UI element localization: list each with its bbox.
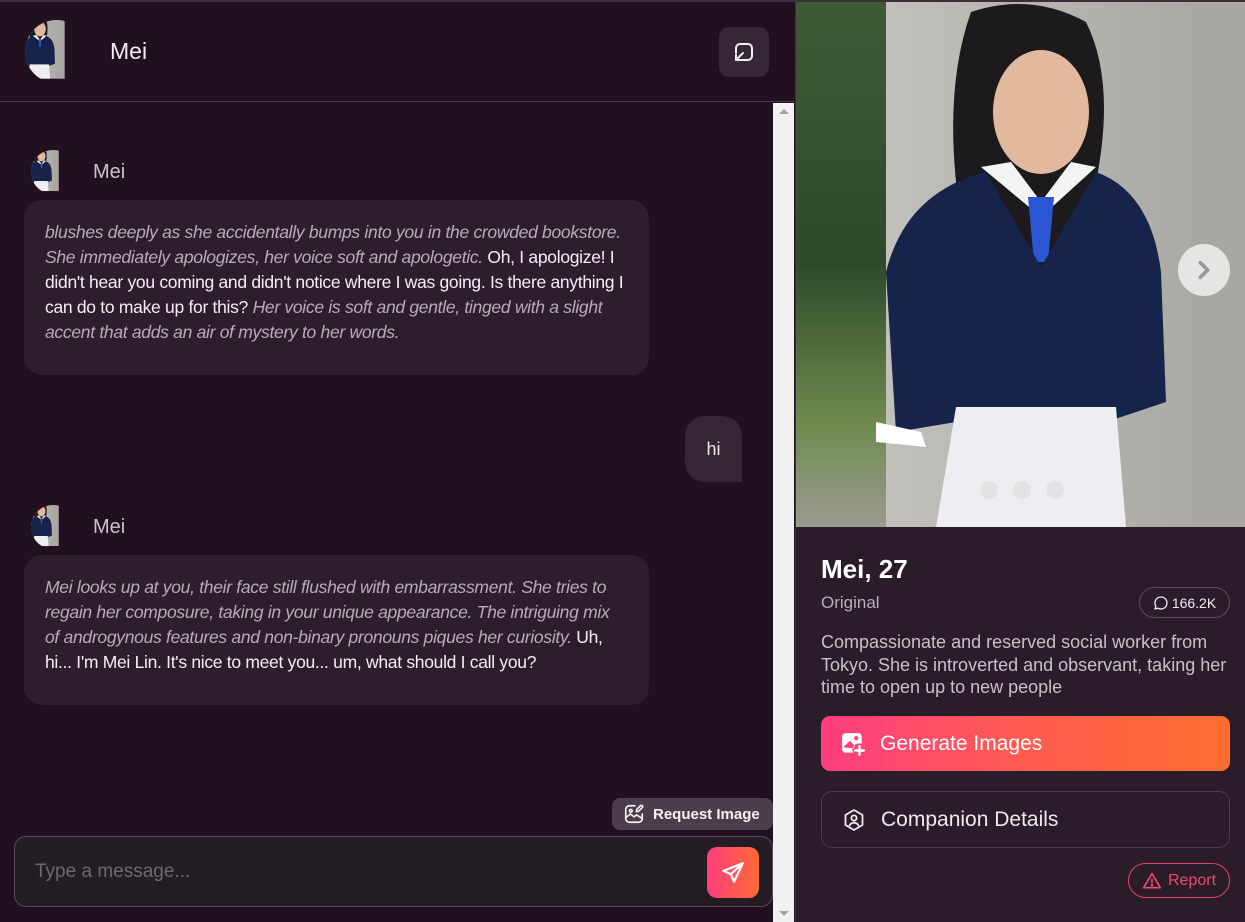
carousel-dot[interactable] xyxy=(1046,481,1064,499)
ai-message-bubble: Mei looks up at you, their face still fl… xyxy=(24,555,649,705)
user-message-bubble: hi xyxy=(685,416,742,482)
request-image-button[interactable]: Request Image xyxy=(612,798,773,830)
sender-avatar xyxy=(31,505,75,549)
message-sender: Mei xyxy=(31,505,125,549)
image-edit-icon xyxy=(624,804,644,824)
header-avatar[interactable] xyxy=(25,20,88,83)
generate-images-label: Generate Images xyxy=(880,731,1043,755)
warning-icon xyxy=(1142,872,1162,888)
chat-scrollbar[interactable] xyxy=(773,103,794,922)
reset-chat-icon xyxy=(735,43,753,61)
chat-pane: Mei Mei blushes deeply as she accidental… xyxy=(0,2,795,922)
sender-name: Mei xyxy=(93,160,126,183)
message-composer xyxy=(14,836,773,907)
send-button[interactable] xyxy=(707,847,759,898)
user-message-text: hi xyxy=(706,438,721,459)
send-icon xyxy=(722,861,744,883)
profile-subtitle: Original xyxy=(821,593,880,612)
generate-images-button[interactable]: Generate Images xyxy=(821,716,1230,771)
request-image-label: Request Image xyxy=(653,805,760,823)
ai-message-bubble: blushes deeply as she accidentally bumps… xyxy=(24,200,649,375)
carousel-dots xyxy=(980,481,1064,499)
scroll-up-arrow[interactable] xyxy=(773,103,794,120)
message-sender: Mei xyxy=(31,150,125,194)
report-label: Report xyxy=(1167,871,1217,889)
scroll-down-arrow[interactable] xyxy=(773,905,794,922)
profile-pane: Mei, 27 Original 166.2K Compassionate an… xyxy=(795,2,1245,922)
companion-details-button[interactable]: Companion Details xyxy=(821,791,1230,848)
user-shield-icon xyxy=(844,808,864,831)
companion-details-label: Companion Details xyxy=(881,807,1059,831)
profile-title: Mei, 27 xyxy=(821,554,908,584)
chevron-right-icon xyxy=(1198,260,1210,280)
sender-name: Mei xyxy=(93,515,126,538)
header-character-name: Mei xyxy=(110,38,148,64)
chat-count-badge: 166.2K xyxy=(1139,587,1230,618)
image-add-icon xyxy=(842,732,866,756)
report-button[interactable]: Report xyxy=(1128,863,1230,898)
carousel-next-button[interactable] xyxy=(1178,244,1230,296)
app-window: Mei Mei blushes deeply as she accidental… xyxy=(0,0,1245,922)
reset-chat-button[interactable] xyxy=(719,27,769,77)
sender-avatar xyxy=(31,150,75,194)
chat-header: Mei xyxy=(0,2,795,102)
profile-description: Compassionate and reserved social worker… xyxy=(821,632,1227,697)
message-action-text: Mei looks up at you, their face still fl… xyxy=(45,577,610,647)
character-photo-carousel xyxy=(796,2,1245,527)
chat-count-value: 166.2K xyxy=(1171,594,1217,611)
chat-bubble-icon xyxy=(1154,595,1168,610)
message-input[interactable] xyxy=(35,855,695,889)
carousel-dot[interactable] xyxy=(1013,481,1031,499)
carousel-dot[interactable] xyxy=(980,481,998,499)
